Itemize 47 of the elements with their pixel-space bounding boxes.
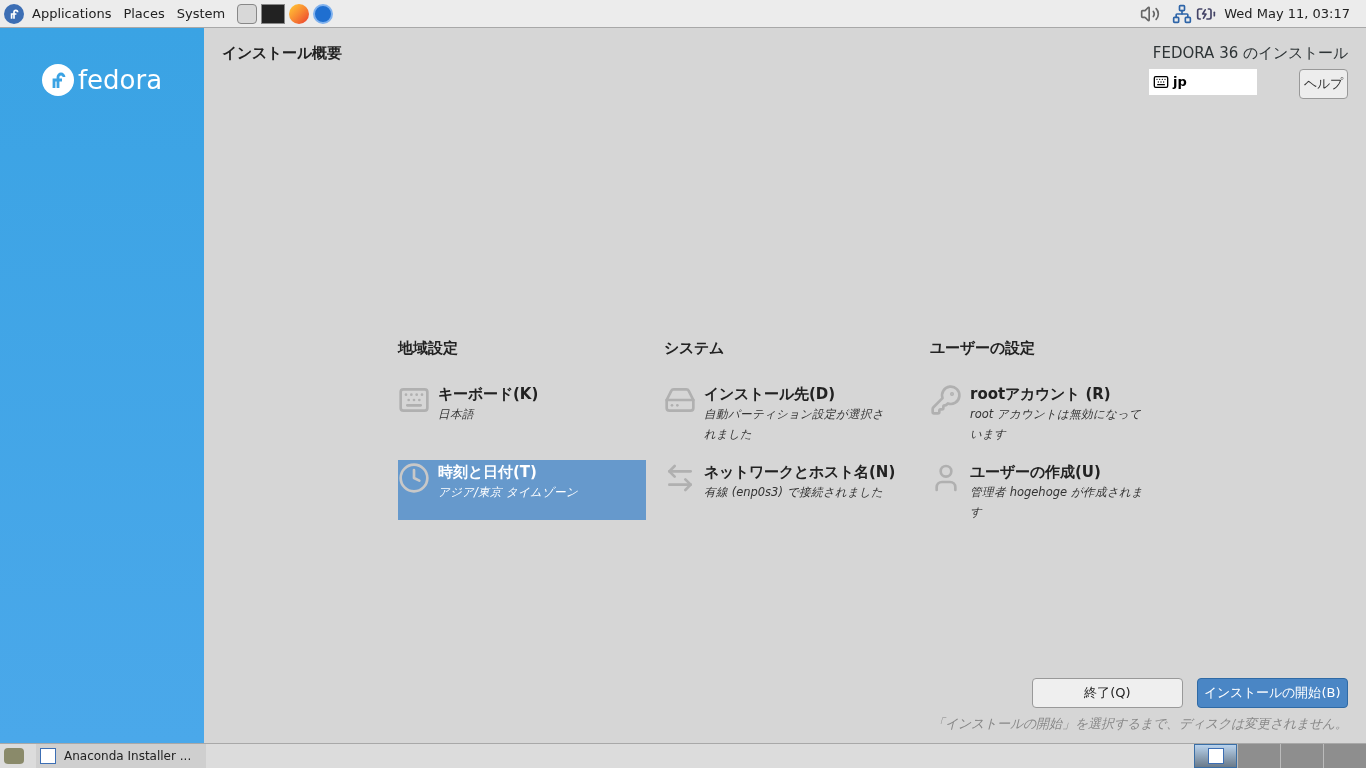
product-title: FEDORA 36 のインストール (1152, 43, 1348, 64)
logo-text: fedora (77, 67, 163, 93)
clock-text[interactable]: Wed May 11, 03:17 (1220, 3, 1362, 24)
section-title: システム (664, 338, 725, 359)
installer-icon (40, 748, 56, 764)
spoke-title: ネットワークとホスト名(N) (704, 461, 896, 482)
page-title: インストール概要 (222, 43, 342, 64)
key-icon (930, 383, 962, 416)
workspace-cell[interactable] (1237, 744, 1280, 768)
spoke-title: rootアカウント (R) (970, 383, 1112, 404)
footer-note: 「インストールの開始」を選択するまで、ディスクは変更されません。 (932, 714, 1348, 733)
hub-spoke[interactable]: ネットワークとホスト名(N) 有線 (enp0s3) で接続されました (664, 459, 912, 520)
spoke-status: 自動パーティション設定が選択されました (704, 405, 884, 443)
hub-spoke[interactable]: キーボード(K) 日本語 (398, 381, 646, 442)
workspace-cell[interactable] (1280, 744, 1323, 768)
spoke-title: キーボード(K) (438, 383, 540, 404)
spoke-title: インストール先(D) (704, 383, 837, 404)
keyboard-icon (1153, 73, 1169, 90)
spoke-status: root アカウントは無効になっています (970, 405, 1142, 443)
spoke-status: 有線 (enp0s3) で接続されました (704, 483, 884, 501)
spoke-title: 時刻と日付(T) (438, 461, 538, 482)
spoke-status: 日本語 (438, 405, 476, 423)
keyboard-layout-indicator[interactable]: jp (1149, 68, 1257, 95)
panel-menu[interactable]: Applications (28, 3, 116, 24)
panel-menu[interactable]: System (172, 3, 230, 24)
workspace-cell[interactable] (1194, 744, 1237, 768)
workspace-cell[interactable] (1323, 744, 1366, 768)
network-icon[interactable] (1172, 3, 1193, 24)
clock-icon (398, 461, 430, 494)
fedora-logo-icon[interactable] (4, 3, 24, 24)
fedora-logo-icon (41, 64, 74, 96)
window-thumbnail-icon (1207, 748, 1224, 764)
section-title: ユーザーの設定 (930, 338, 1036, 359)
begin-install-button[interactable]: インストールの開始(B) (1197, 677, 1348, 708)
terminal-icon[interactable] (261, 3, 286, 24)
hub-spoke[interactable]: インストール先(D) 自動パーティション設定が選択されました (664, 381, 912, 442)
spoke-title: ユーザーの作成(U) (970, 461, 1102, 482)
spoke-status: 管理者 hogehoge が作成されます (970, 483, 1144, 521)
panel-menu[interactable]: Places (119, 3, 169, 24)
help-button[interactable]: ヘルプ (1299, 68, 1348, 99)
spoke-status: アジア/東京 タイムゾーン (438, 483, 579, 501)
hub-spoke[interactable]: ユーザーの作成(U) 管理者 hogehoge が作成されます (930, 459, 1178, 520)
hub-spoke[interactable]: rootアカウント (R) root アカウントは無効になっています (930, 381, 1178, 442)
quit-button[interactable]: 終了(Q) (1032, 677, 1183, 708)
volume-icon[interactable] (1140, 3, 1161, 24)
section-title: 地域設定 (398, 338, 459, 359)
taskbar-window-button[interactable]: Anaconda Installer ... (36, 744, 206, 768)
